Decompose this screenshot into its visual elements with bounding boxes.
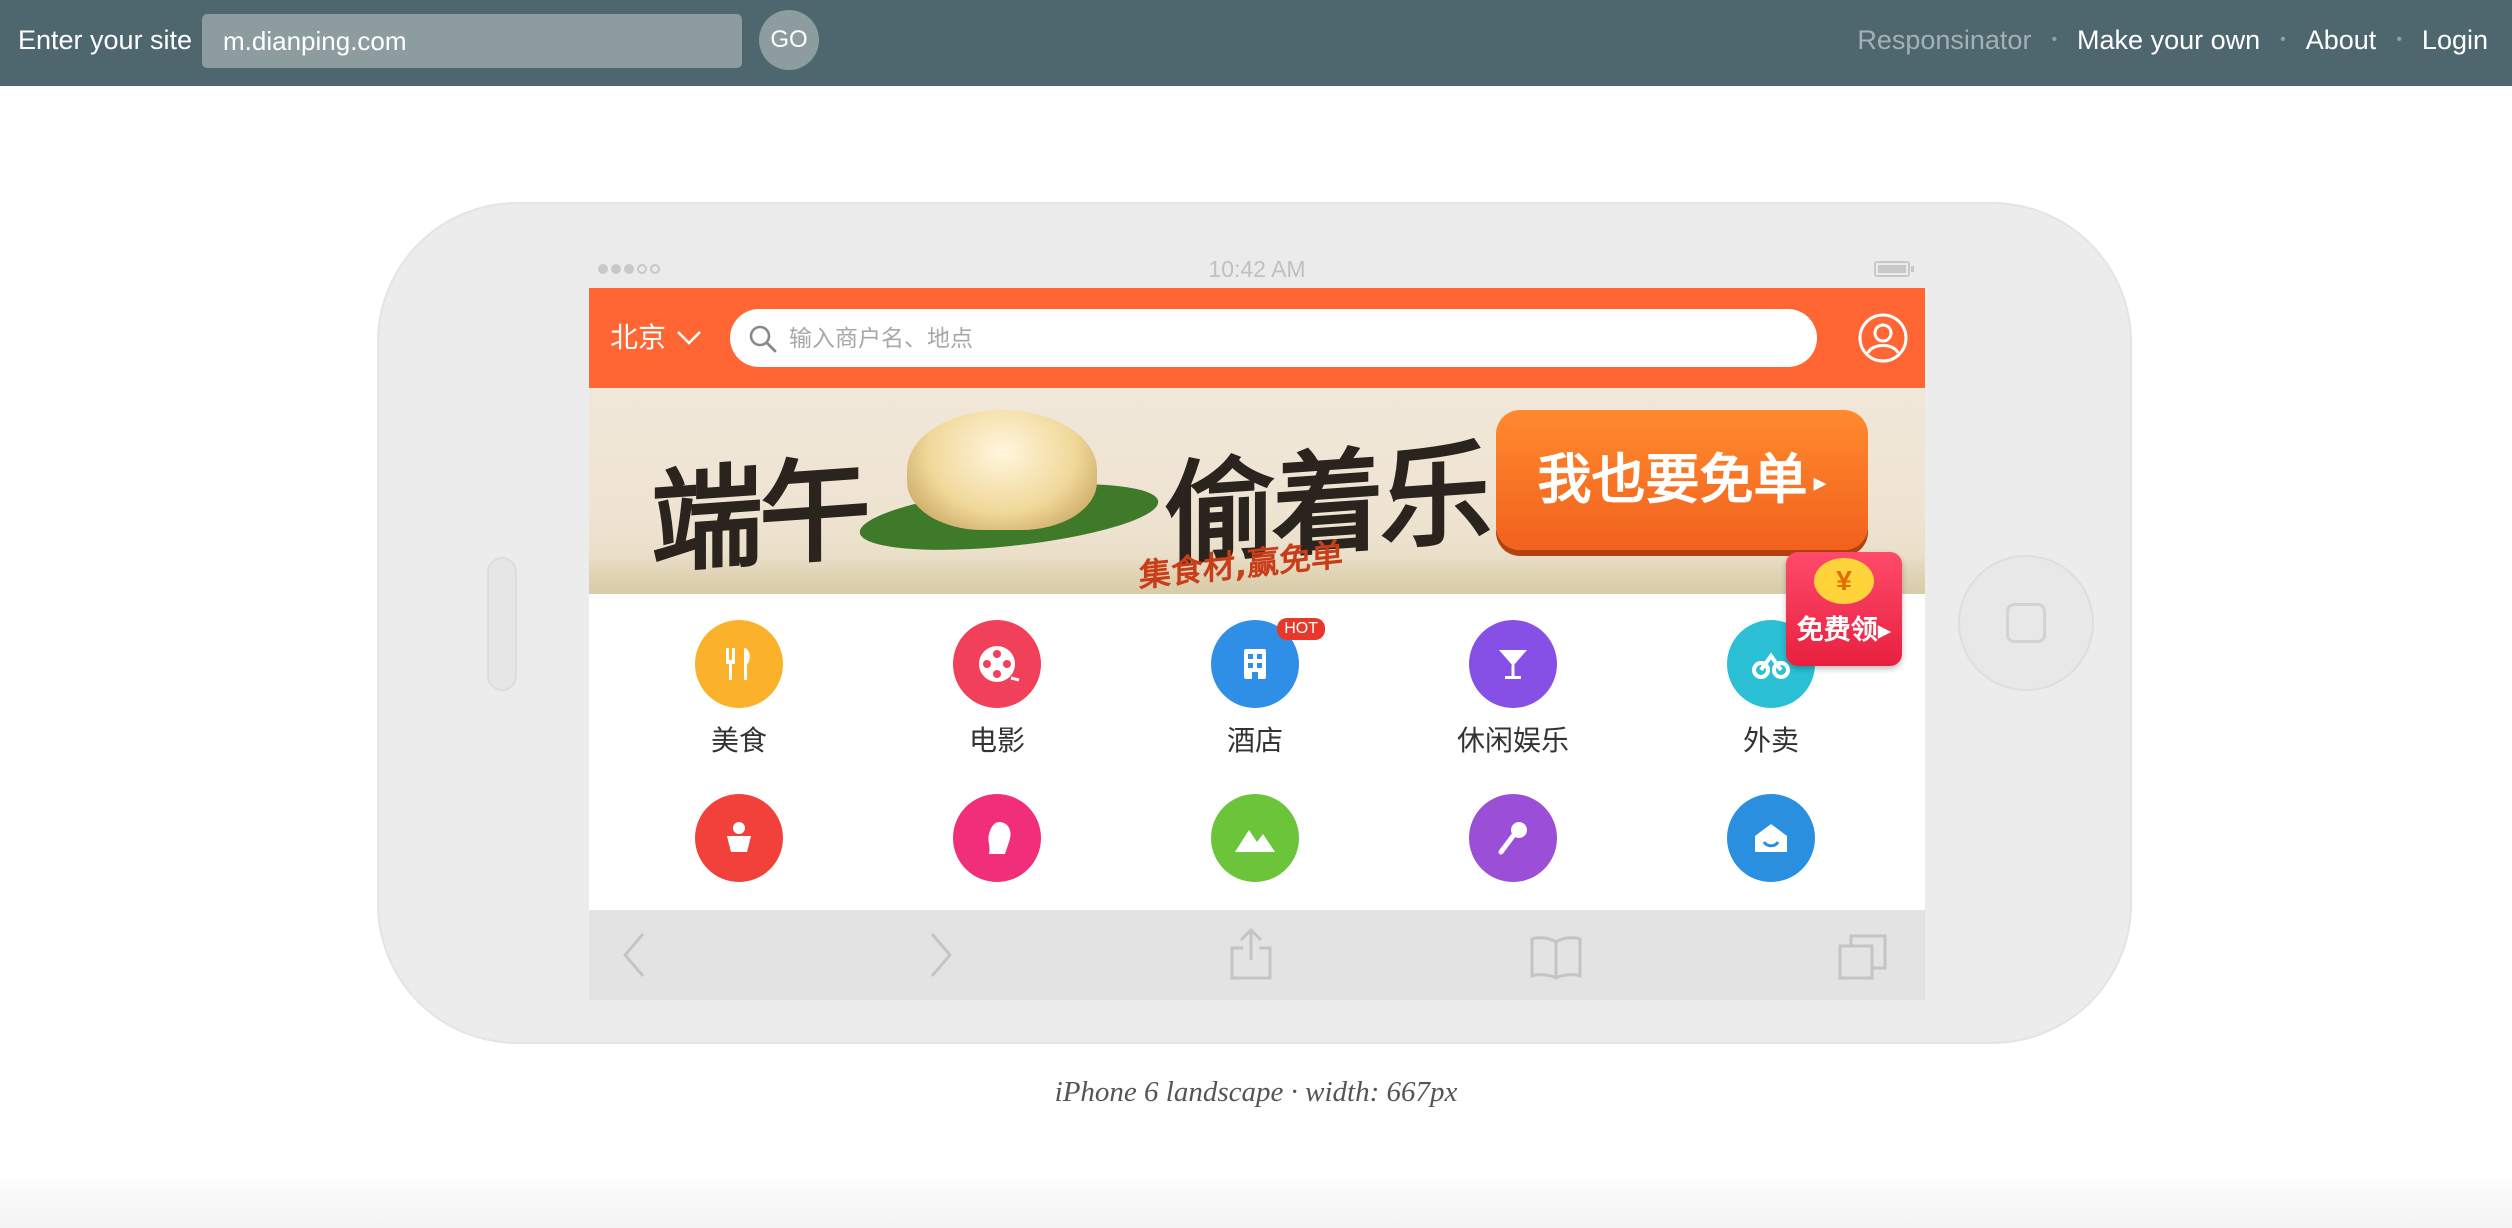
nav-separator: •	[2051, 31, 2058, 48]
share-icon[interactable]	[1228, 926, 1274, 982]
device-caption: iPhone 6 landscape · width: 667px	[1054, 1076, 1458, 1108]
search-icon	[749, 325, 777, 353]
go-button[interactable]: GO	[759, 10, 819, 70]
nav-about[interactable]: About	[2306, 25, 2377, 56]
phone-home-button	[1958, 555, 2094, 691]
responsinator-toolbar: Enter your site m.dianping.com GO Respon…	[0, 0, 2512, 86]
category-item[interactable]	[1661, 794, 1881, 882]
woman-profile-icon	[953, 794, 1041, 882]
category-label: 外卖	[1742, 725, 1799, 756]
cocktail-icon	[1469, 620, 1557, 708]
banner-title-left: 端午	[651, 444, 867, 590]
device-screen: 10:42 AM 北京 输入商户名、地点 端午 偷着乐 集食材,赢免单 我也要免…	[589, 250, 1925, 1000]
battery-icon	[1874, 261, 1914, 277]
bookmarks-book-icon[interactable]	[1529, 934, 1583, 980]
browser-toolbar	[589, 910, 1925, 1000]
search-box[interactable]: 输入商户名、地点	[730, 309, 1817, 367]
ios-status-bar: 10:42 AM	[589, 250, 1925, 288]
tabs-icon[interactable]	[1837, 932, 1889, 982]
user-profile-icon[interactable]	[1857, 312, 1909, 364]
nav-make-your-own[interactable]: Make your own	[2077, 25, 2260, 56]
film-reel-icon	[953, 620, 1041, 708]
page-bottom-shadow	[0, 1170, 2512, 1228]
chevron-down-icon	[677, 331, 701, 345]
banner-cta-label: 我也要免单	[1537, 448, 1808, 511]
promo-banner[interactable]: 端午 偷着乐 集食材,赢免单 我也要免单 ▸	[589, 388, 1925, 594]
hotel-building-icon: HOT	[1211, 618, 1325, 708]
category-movie[interactable]: 电影	[887, 620, 1107, 758]
zongzi-graphic	[907, 410, 1097, 530]
phone-speaker	[487, 557, 517, 691]
free-gift-badge[interactable]: ¥ 免费领▸	[1786, 552, 1902, 666]
category-label: 休闲娱乐	[1456, 725, 1569, 756]
site-url-input[interactable]: m.dianping.com	[202, 14, 742, 68]
category-label: 美食	[710, 725, 767, 756]
category-item[interactable]	[629, 794, 849, 882]
city-selector[interactable]: 北京	[610, 320, 702, 356]
free-gift-label: 免费领▸	[1796, 615, 1892, 646]
money-bag-icon: ¥	[1814, 558, 1874, 604]
category-item[interactable]	[1403, 794, 1623, 882]
category-item[interactable]	[887, 794, 1107, 882]
enter-site-label: Enter your site	[18, 25, 193, 55]
cake-icon	[695, 794, 783, 882]
forward-arrow-icon[interactable]	[926, 930, 956, 980]
category-food[interactable]: 美食	[629, 620, 849, 758]
nav-separator: •	[2396, 31, 2402, 48]
search-placeholder: 输入商户名、地点	[789, 325, 973, 351]
utensils-icon	[695, 620, 783, 708]
category-entertainment[interactable]: 休闲娱乐	[1403, 620, 1623, 758]
mountain-icon	[1211, 794, 1299, 882]
nav-separator: •	[2280, 31, 2286, 48]
back-arrow-icon[interactable]	[619, 930, 649, 980]
top-nav: Responsinator • Make your own • About • …	[1857, 22, 2488, 58]
city-label: 北京	[610, 322, 667, 353]
category-hotel[interactable]: HOT 酒店	[1145, 618, 1365, 758]
nav-login[interactable]: Login	[2422, 25, 2488, 56]
category-label: 电影	[968, 725, 1025, 756]
nav-responsinator[interactable]: Responsinator	[1857, 25, 2031, 56]
app-header: 北京 输入商户名、地点	[589, 288, 1925, 388]
microphone-icon	[1469, 794, 1557, 882]
house-smile-icon	[1727, 794, 1815, 882]
play-arrow-icon: ▸	[1813, 468, 1827, 499]
category-item[interactable]	[1145, 794, 1365, 882]
hot-badge: HOT	[1277, 618, 1325, 640]
status-time: 10:42 AM	[1208, 256, 1306, 282]
category-label: 酒店	[1226, 725, 1283, 756]
banner-cta-button[interactable]: 我也要免单 ▸	[1496, 410, 1868, 550]
